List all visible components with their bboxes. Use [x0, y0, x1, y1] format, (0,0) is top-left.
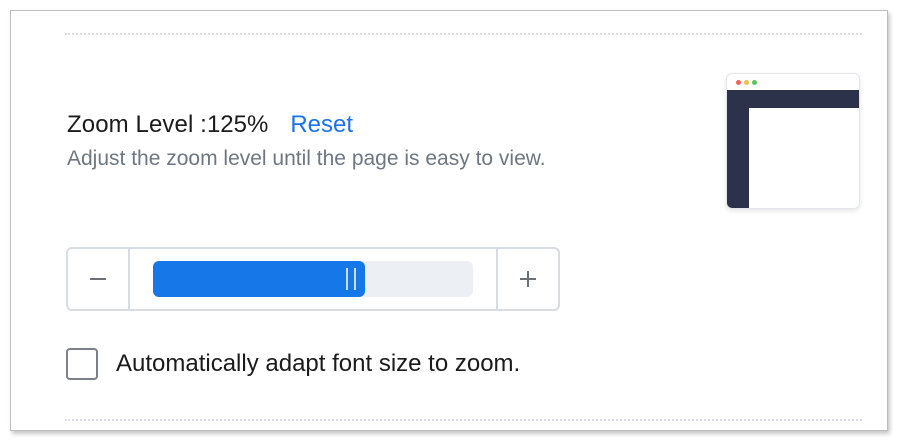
zoom-level-value: 125%: [206, 111, 269, 138]
minimize-dot-icon: [744, 80, 749, 85]
zoom-out-button[interactable]: [68, 249, 130, 309]
zoom-settings-panel: Zoom Level : 125% Reset Adjust the zoom …: [10, 10, 888, 431]
maximize-dot-icon: [752, 80, 757, 85]
grip-line-icon: [354, 268, 356, 290]
close-dot-icon: [736, 80, 741, 85]
preview-sidebar: [727, 90, 749, 208]
zoom-level-label: Zoom Level :: [67, 111, 207, 138]
zoom-slider-handle[interactable]: [346, 268, 356, 290]
page-preview-thumbnail: [726, 73, 860, 209]
zoom-in-button[interactable]: [496, 249, 558, 309]
window-controls: [736, 80, 757, 85]
plus-icon: [520, 271, 536, 287]
reset-link[interactable]: Reset: [290, 111, 353, 139]
zoom-slider-control: [66, 247, 560, 311]
grip-line-icon: [346, 268, 348, 290]
font-adapt-checkbox[interactable]: [66, 348, 98, 380]
zoom-slider-fill: [153, 261, 365, 297]
top-divider: [65, 33, 862, 35]
zoom-title-row: Zoom Level : 125% Reset: [67, 109, 353, 141]
zoom-slider-wrap: [130, 249, 496, 309]
bottom-divider: [65, 419, 862, 421]
zoom-description: Adjust the zoom level until the page is …: [67, 147, 546, 170]
font-adapt-label: Automatically adapt font size to zoom.: [116, 350, 521, 377]
zoom-slider-track[interactable]: [153, 261, 473, 297]
minus-icon: [90, 278, 106, 280]
font-adapt-option[interactable]: Automatically adapt font size to zoom.: [66, 348, 520, 380]
